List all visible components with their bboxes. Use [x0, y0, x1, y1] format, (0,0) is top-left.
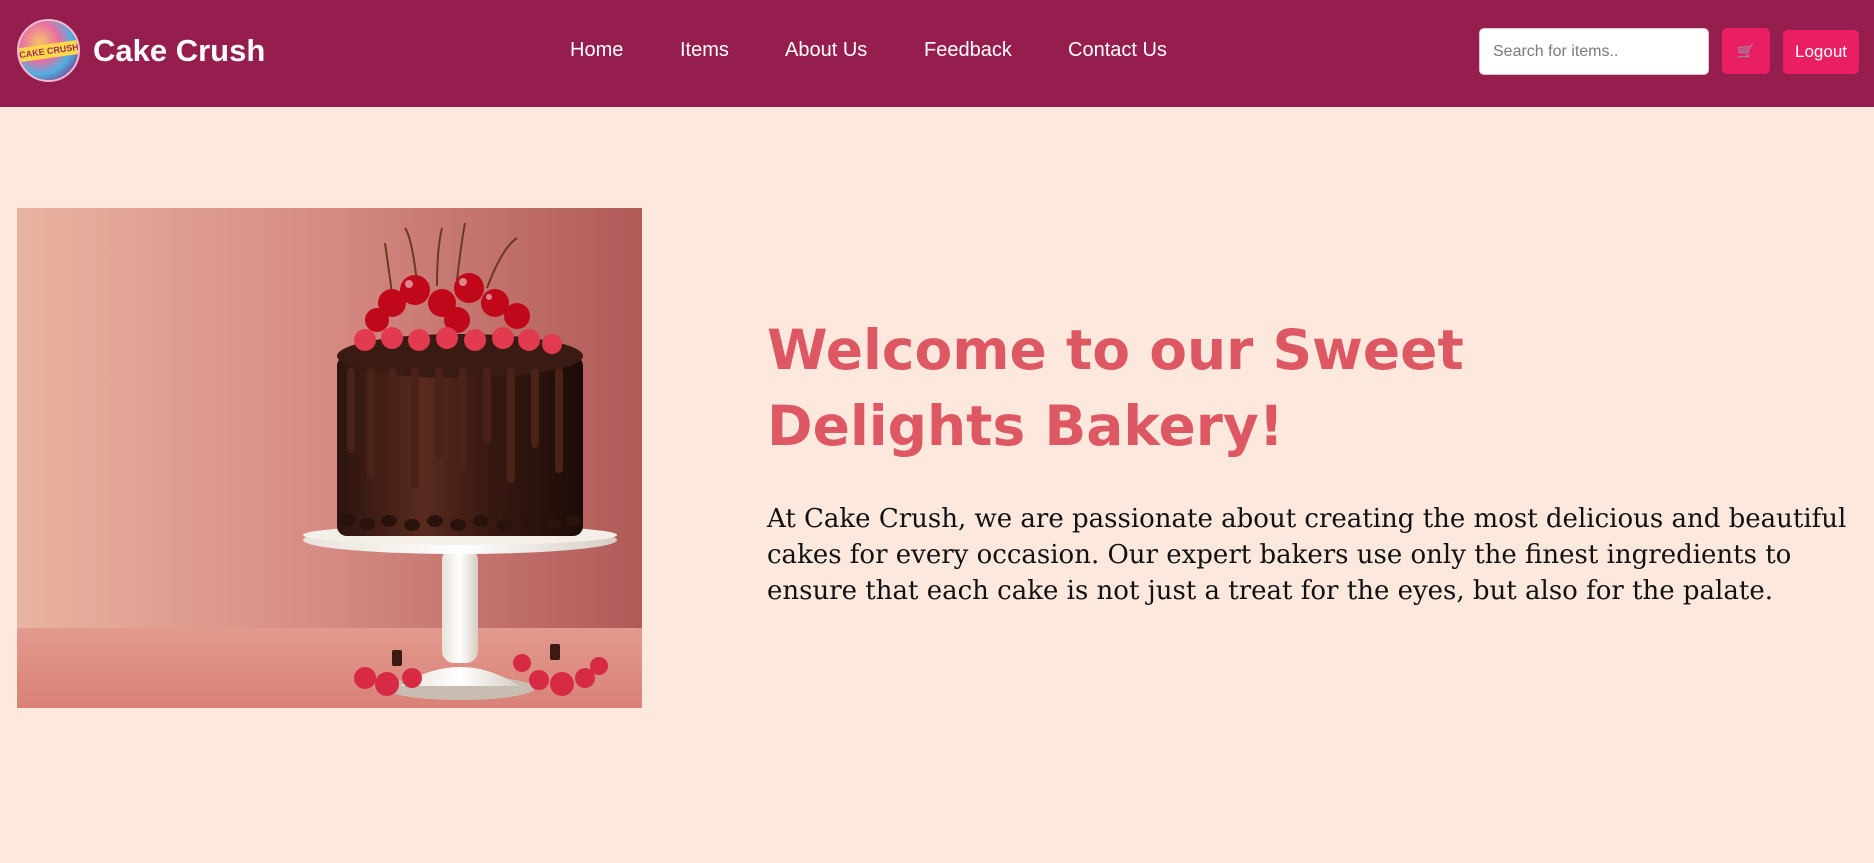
top-navbar: CAKE CRUSH Cake Crush Home Items About U…	[0, 0, 1874, 107]
hero-title: Welcome to our Sweet Delights Bakery!	[767, 318, 1464, 458]
nav-feedback[interactable]: Feedback	[924, 38, 1012, 62]
nav-about-us[interactable]: About Us	[785, 38, 867, 62]
nav-items[interactable]: Items	[680, 38, 729, 62]
search-input[interactable]	[1479, 28, 1709, 75]
cart-icon: 🛒	[1737, 43, 1755, 59]
logout-button[interactable]: Logout	[1783, 30, 1859, 74]
cart-button[interactable]: 🛒	[1722, 28, 1770, 74]
nav-contact-us[interactable]: Contact Us	[1068, 38, 1167, 62]
hero-cake-image	[17, 208, 642, 708]
hero-description: At Cake Crush, we are passionate about c…	[767, 504, 1847, 606]
nav-home[interactable]: Home	[570, 38, 623, 62]
cake-illustration	[17, 208, 642, 708]
